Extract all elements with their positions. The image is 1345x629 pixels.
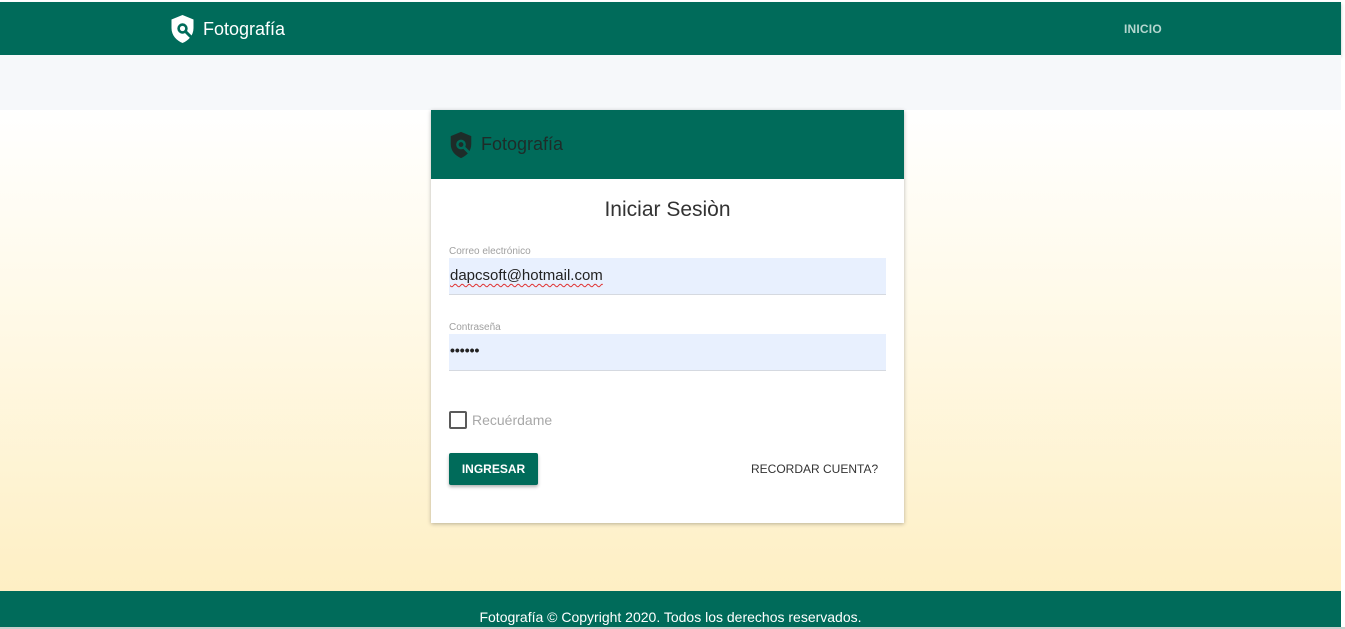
password-field[interactable]: [449, 334, 886, 371]
ingresar-button[interactable]: INGRESAR: [449, 453, 538, 485]
login-title: Iniciar Sesiòn: [604, 198, 731, 221]
top-navbar: Fotografía INICIO: [0, 2, 1341, 55]
footer: Fotografía © Copyright 2020. Todos los d…: [0, 591, 1341, 627]
nav-link-inicio[interactable]: INICIO: [1124, 22, 1162, 36]
shield-search-icon: [450, 131, 472, 158]
email-label: Correo electrónico: [449, 246, 531, 257]
footer-copyright: Fotografía © Copyright 2020. Todos los d…: [479, 609, 862, 625]
navbar-brand-label: Fotografía: [203, 18, 286, 39]
header-band: [0, 55, 1341, 110]
recordar-cuenta-link[interactable]: RECORDAR CUENTA?: [751, 462, 878, 476]
shield-search-icon: [171, 15, 194, 43]
email-field[interactable]: [449, 258, 886, 295]
navbar-brand[interactable]: Fotografía: [170, 14, 285, 44]
password-label: Contraseña: [449, 322, 501, 333]
login-card: Fotografía Iniciar Sesiòn Correo electró…: [431, 110, 904, 523]
login-card-header: Fotografía: [431, 110, 904, 179]
card-brand-label: Fotografía: [481, 134, 564, 154]
remember-checkbox[interactable]: [449, 411, 467, 429]
remember-label[interactable]: Recuérdame: [472, 412, 552, 428]
